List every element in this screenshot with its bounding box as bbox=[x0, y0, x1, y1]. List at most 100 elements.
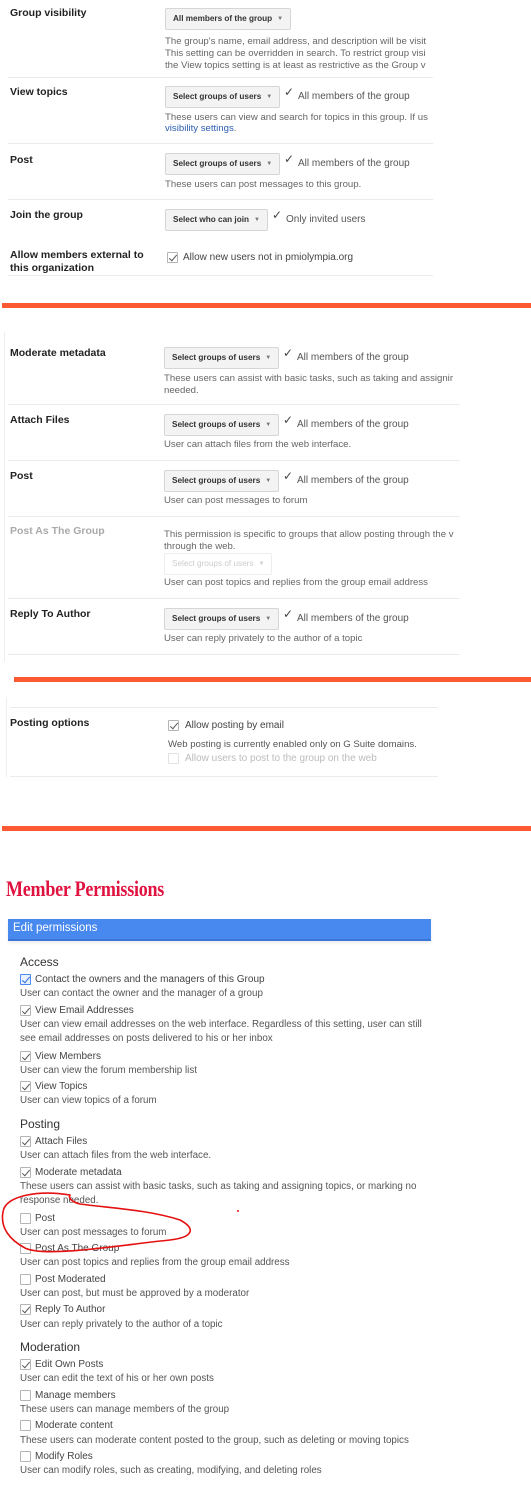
permission-label: Attach Files bbox=[35, 1136, 88, 1147]
row-divider bbox=[8, 275, 433, 276]
checkmark-icon: ✓ bbox=[284, 152, 295, 166]
caret-down-icon: ▼ bbox=[266, 161, 273, 167]
permission-label: Contact the owners and the managers of t… bbox=[35, 974, 265, 985]
permission-checkbox[interactable] bbox=[20, 1166, 31, 1178]
permission-checkbox[interactable] bbox=[20, 1004, 31, 1016]
permission-label: Post Moderated bbox=[35, 1273, 106, 1285]
permission-checkbox[interactable] bbox=[20, 974, 31, 985]
allow-web-posting-label: Allow users to post to the group on the … bbox=[185, 753, 377, 764]
permission-description: User can attach files from the web inter… bbox=[20, 1150, 212, 1162]
checkmark-icon: ✓ bbox=[283, 413, 294, 427]
allow-external-checkbox-label: Allow new users not in pmiolympia.org bbox=[183, 252, 354, 263]
permission-description: User can view email addresses on the web… bbox=[20, 1018, 422, 1045]
post-status-2: All members of the group bbox=[297, 475, 409, 486]
permission-item[interactable]: Reply To Author bbox=[20, 1302, 440, 1317]
row-divider bbox=[10, 707, 438, 708]
permission-item[interactable]: View Topics bbox=[20, 1079, 440, 1094]
permission-label: View Members bbox=[35, 1050, 101, 1062]
reply-to-author-dropdown[interactable]: Select groups of users ▼ bbox=[164, 608, 280, 630]
caret-down-icon: ▼ bbox=[265, 478, 272, 484]
permission-item[interactable]: Edit Own Posts bbox=[20, 1357, 440, 1372]
allow-external-checkbox[interactable] bbox=[167, 252, 178, 263]
permission-checkbox[interactable] bbox=[20, 1420, 31, 1432]
attach-files-desc: User can attach files from the web inter… bbox=[164, 439, 352, 450]
allow-web-posting-checkbox bbox=[168, 753, 179, 764]
dropdown-value: Select groups of users bbox=[172, 420, 261, 430]
permission-item[interactable]: Post bbox=[20, 1211, 440, 1226]
join-group-status: Only invited users bbox=[286, 214, 366, 225]
view-topics-link-line: visibility settings. bbox=[165, 123, 433, 135]
permission-checkbox[interactable] bbox=[20, 1081, 31, 1093]
join-group-label: Join the group bbox=[10, 209, 83, 221]
moderate-metadata-label: Moderate metadata bbox=[10, 347, 106, 359]
post-label-2: Post bbox=[10, 470, 33, 482]
view-topics-label: View topics bbox=[10, 86, 68, 98]
permission-label: View Topics bbox=[35, 1081, 88, 1093]
caret-down-icon: ▼ bbox=[253, 217, 260, 223]
permission-checkbox[interactable] bbox=[20, 1136, 31, 1147]
permission-item[interactable]: Moderate content bbox=[20, 1418, 440, 1433]
permission-description: User can modify roles, such as creating,… bbox=[20, 1465, 322, 1477]
section-divider-bar bbox=[2, 826, 531, 831]
join-group-dropdown[interactable]: Select who can join ▼ bbox=[165, 209, 268, 231]
moderate-metadata-dropdown[interactable]: Select groups of users ▼ bbox=[164, 347, 280, 369]
caret-down-icon: ▼ bbox=[266, 94, 273, 100]
permission-label: Modify Roles bbox=[35, 1450, 93, 1462]
permission-item[interactable]: Post Moderated bbox=[20, 1272, 440, 1287]
permission-checkbox[interactable] bbox=[20, 1212, 31, 1224]
allow-posting-email-checkbox[interactable] bbox=[168, 720, 179, 731]
permission-checkbox[interactable] bbox=[20, 1389, 31, 1401]
permission-item[interactable]: Contact the owners and the managers of t… bbox=[20, 972, 440, 987]
permission-checkbox[interactable] bbox=[20, 1050, 31, 1062]
caret-down-icon: ▼ bbox=[277, 16, 284, 22]
permission-label: Post As The Group bbox=[35, 1243, 120, 1255]
permission-item[interactable]: Attach Files bbox=[20, 1134, 440, 1149]
permission-description: User can view topics of a forum bbox=[20, 1095, 157, 1107]
dropdown-value: All members of the group bbox=[173, 14, 273, 24]
post-as-group-note-2: through the web. bbox=[164, 541, 236, 552]
moderate-metadata-desc-1: These users can assist with basic tasks,… bbox=[164, 373, 454, 384]
post-as-group-desc: User can post topics and replies from th… bbox=[164, 577, 428, 588]
caret-down-icon: ▼ bbox=[265, 616, 272, 622]
attach-files-dropdown[interactable]: Select groups of users ▼ bbox=[164, 414, 280, 436]
row-divider bbox=[8, 516, 460, 517]
permission-checkbox[interactable] bbox=[20, 1450, 31, 1462]
permission-item[interactable]: Post As The Group bbox=[20, 1241, 440, 1256]
permission-label: Moderate metadata bbox=[35, 1166, 122, 1178]
reply-to-author-label: Reply To Author bbox=[10, 608, 91, 620]
group-visibility-desc-3: the View topics setting is at least as r… bbox=[165, 60, 426, 71]
moderate-metadata-desc-2: needed. bbox=[164, 385, 199, 396]
group-visibility-desc-2: This setting can be overridden in search… bbox=[165, 48, 426, 59]
post-status: All members of the group bbox=[298, 158, 410, 169]
caret-down-icon: ▼ bbox=[265, 422, 272, 428]
caret-down-icon: ▼ bbox=[265, 355, 272, 361]
permission-checkbox[interactable] bbox=[20, 1359, 31, 1370]
allow-posting-email-label: Allow posting by email bbox=[185, 720, 284, 731]
permission-item[interactable]: Manage members bbox=[20, 1388, 440, 1403]
permission-item[interactable]: Modify Roles bbox=[20, 1449, 440, 1464]
permission-item[interactable]: View Members bbox=[20, 1049, 440, 1064]
group-visibility-dropdown[interactable]: All members of the group ▼ bbox=[165, 8, 292, 30]
attach-files-label: Attach Files bbox=[10, 414, 70, 426]
permission-item[interactable]: View Email Addresses bbox=[20, 1003, 440, 1018]
checkmark-icon: ✓ bbox=[283, 469, 294, 483]
web-posting-note: Web posting is currently enabled only on… bbox=[168, 739, 417, 750]
permission-item[interactable]: Moderate metadata bbox=[20, 1165, 440, 1180]
post-dropdown[interactable]: Select groups of users ▼ bbox=[165, 153, 281, 175]
dropdown-value: Select groups of users bbox=[172, 614, 261, 624]
checkmark-icon: ✓ bbox=[283, 607, 294, 621]
permission-description: User can view the forum membership list bbox=[20, 1064, 197, 1076]
group-visibility-label: Group visibility bbox=[10, 7, 87, 19]
permission-checkbox[interactable] bbox=[20, 1243, 31, 1255]
view-topics-dropdown[interactable]: Select groups of users ▼ bbox=[165, 86, 281, 108]
reply-to-author-status: All members of the group bbox=[297, 613, 409, 624]
moderate-metadata-status: All members of the group bbox=[297, 352, 409, 363]
permission-description: User can post, but must be approved by a… bbox=[20, 1288, 250, 1299]
post-dropdown-2[interactable]: Select groups of users ▼ bbox=[164, 470, 280, 492]
allow-external-label-2: this organization bbox=[10, 262, 94, 274]
permission-description: User can post messages to forum bbox=[20, 1226, 167, 1238]
permission-description: These users can manage members of the gr… bbox=[20, 1403, 230, 1415]
permission-checkbox[interactable] bbox=[20, 1273, 31, 1285]
visibility-settings-link[interactable]: visibility settings bbox=[165, 123, 234, 134]
permission-checkbox[interactable] bbox=[20, 1304, 31, 1316]
